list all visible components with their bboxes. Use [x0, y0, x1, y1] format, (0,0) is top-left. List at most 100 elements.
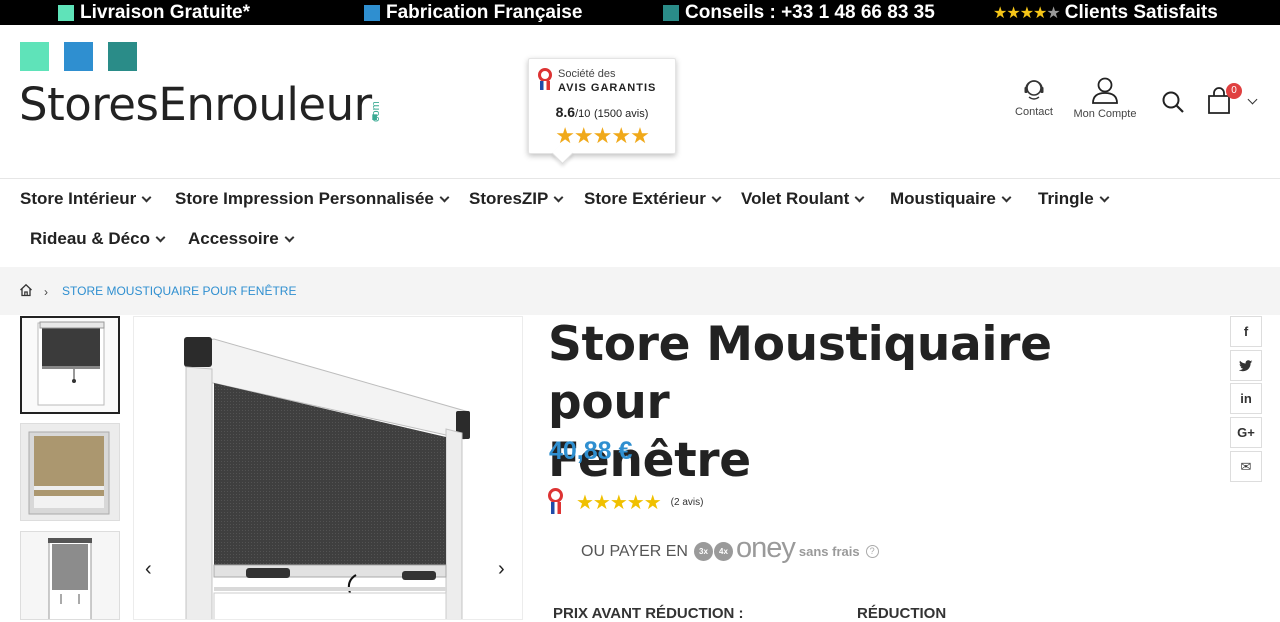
thumbnail-2[interactable]: [20, 423, 120, 521]
gallery-prev-arrow[interactable]: ‹: [145, 558, 152, 581]
avis-scale: /10: [575, 108, 591, 120]
product-thumbnail-image: [22, 318, 118, 412]
chevron-down-icon: [854, 192, 865, 202]
home-icon[interactable]: [19, 283, 33, 297]
chevron-down-icon: [155, 232, 166, 242]
banner-phone-label[interactable]: Conseils : +33 1 48 66 83 35: [685, 2, 935, 24]
pay-prefix: OU PAYER EN: [581, 542, 688, 560]
user-icon: [1092, 77, 1118, 104]
logo-squares[interactable]: [20, 42, 137, 71]
share-linkedin[interactable]: in: [1230, 383, 1262, 414]
nav-label[interactable]: Volet Roulant: [741, 189, 849, 209]
banner-satisfied-label: Clients Satisfaits: [1064, 1, 1218, 23]
avis-line1: Société des: [558, 68, 616, 80]
product-price: 40,88 €: [549, 437, 633, 465]
square-icon: [663, 4, 679, 21]
thumbnail-1[interactable]: [20, 316, 120, 414]
nav-label[interactable]: Moustiquaire: [890, 189, 996, 209]
chevron-down-icon: [1001, 192, 1012, 202]
contact-link[interactable]: Contact: [1011, 76, 1057, 118]
avis-line2: AVIS GARANTIS: [558, 82, 657, 94]
banner-free-shipping-label: Livraison Gratuite*: [80, 1, 250, 23]
logo-square: [108, 42, 137, 71]
product-rating[interactable]: ★★★★★ (2 avis): [548, 488, 703, 516]
logo-name[interactable]: StoresEnrouleur: [19, 78, 368, 131]
chevron-down-icon[interactable]: [1247, 94, 1258, 105]
chevron-down-icon: [284, 232, 295, 242]
chevron-down-icon: [1099, 192, 1110, 202]
rating-stars: ★★★★★: [576, 491, 662, 514]
star-rating-icon: ★★★★★: [993, 4, 1061, 22]
breadcrumb-current[interactable]: STORE MOUSTIQUAIRE POUR FENÊTRE: [62, 284, 296, 298]
banner-french-made: Fabrication Française: [364, 0, 582, 25]
contact-label[interactable]: Contact: [1015, 106, 1053, 118]
product-thumbnail-image: [21, 424, 119, 520]
nav-item-accessoire[interactable]: Accessoire: [188, 229, 295, 249]
gallery-next-arrow[interactable]: ›: [498, 558, 505, 581]
chevron-down-icon: [553, 192, 564, 202]
nav-item-tringle[interactable]: Tringle: [1038, 189, 1110, 209]
email-icon: ✉: [1240, 458, 1252, 474]
pay-3x-icon: 3x: [693, 542, 713, 561]
banner-phone[interactable]: Conseils : +33 1 48 66 83 35: [663, 0, 935, 25]
account-label[interactable]: Mon Compte: [1074, 108, 1137, 120]
nav-label[interactable]: StoresZIP: [469, 189, 548, 209]
product-thumbnail-image: [21, 532, 119, 619]
nav-item-store-interieur[interactable]: Store Intérieur: [20, 189, 152, 209]
share-twitter[interactable]: [1230, 350, 1262, 381]
nav-item-moustiquaire[interactable]: Moustiquaire: [890, 189, 1012, 209]
nav-item-volet-roulant[interactable]: Volet Roulant: [741, 189, 865, 209]
search-icon[interactable]: [1161, 90, 1185, 114]
logo-suffix: com: [370, 101, 382, 122]
logo[interactable]: StoresEnrouleur.: [19, 78, 382, 131]
nav-label[interactable]: Store Intérieur: [20, 189, 136, 209]
breadcrumb: › STORE MOUSTIQUAIRE POUR FENÊTRE: [0, 267, 1280, 315]
avis-badge-icon: [538, 68, 552, 82]
nav-label[interactable]: Tringle: [1038, 189, 1094, 209]
square-icon: [58, 4, 74, 21]
account-link[interactable]: Mon Compte: [1070, 76, 1140, 120]
avis-score-value: 8.6: [555, 104, 576, 120]
twitter-icon: [1239, 359, 1253, 371]
pay-suffix: sans frais: [798, 544, 860, 559]
share-email[interactable]: ✉: [1230, 451, 1262, 482]
share-google-plus[interactable]: G+: [1230, 417, 1262, 448]
nav-item-rideau-deco[interactable]: Rideau & Déco: [30, 229, 166, 249]
banner-free-shipping: Livraison Gratuite*: [58, 0, 250, 25]
share-facebook[interactable]: f: [1230, 316, 1262, 347]
headset-icon: [1024, 80, 1044, 100]
ribbon-icon: [540, 81, 550, 90]
avis-count: (1500 avis): [593, 108, 649, 120]
nav-item-store-exterieur[interactable]: Store Extérieur: [584, 189, 722, 209]
square-icon: [364, 4, 380, 21]
avis-score: 8.6/10 (1500 avis): [529, 104, 675, 120]
main-product-image[interactable]: [133, 316, 523, 620]
product-image: [134, 317, 522, 619]
avis-stars: ★★★★★: [555, 123, 650, 148]
chevron-down-icon: [711, 192, 722, 202]
nav-label[interactable]: Store Impression Personnalisée: [175, 189, 434, 209]
oney-logo: oney: [735, 532, 796, 564]
facebook-icon: f: [1243, 324, 1249, 339]
linkedin-icon: in: [1240, 391, 1252, 406]
avis-badge-icon: [548, 488, 564, 516]
google-plus-icon: G+: [1237, 425, 1255, 440]
banner-french-made-label: Fabrication Française: [386, 1, 583, 23]
oney-payment: OU PAYER EN 3x 4x oney sans frais ?: [581, 532, 879, 565]
review-count[interactable]: (2 avis): [671, 497, 704, 508]
nav-label[interactable]: Store Extérieur: [584, 189, 706, 209]
product-title-line1: Store Moustiquaire pour: [548, 317, 1052, 430]
help-icon[interactable]: ?: [865, 545, 879, 558]
nav-item-store-impression[interactable]: Store Impression Personnalisée: [175, 189, 450, 209]
nav-label[interactable]: Rideau & Déco: [30, 229, 150, 249]
avis-garantis-widget[interactable]: Société des AVIS GARANTIS 8.6/10 (1500 a…: [528, 58, 676, 154]
discount-label: RÉDUCTION: [857, 605, 947, 622]
product-title-line2: Fenêtre: [548, 433, 751, 488]
logo-square: [20, 42, 49, 71]
breadcrumb-separator: ›: [44, 285, 48, 299]
thumbnail-3[interactable]: [20, 531, 120, 620]
nav-item-storeszip[interactable]: StoresZIP: [469, 189, 564, 209]
nav-label[interactable]: Accessoire: [188, 229, 279, 249]
main-nav: [0, 178, 1280, 179]
chevron-down-icon: [141, 192, 152, 202]
